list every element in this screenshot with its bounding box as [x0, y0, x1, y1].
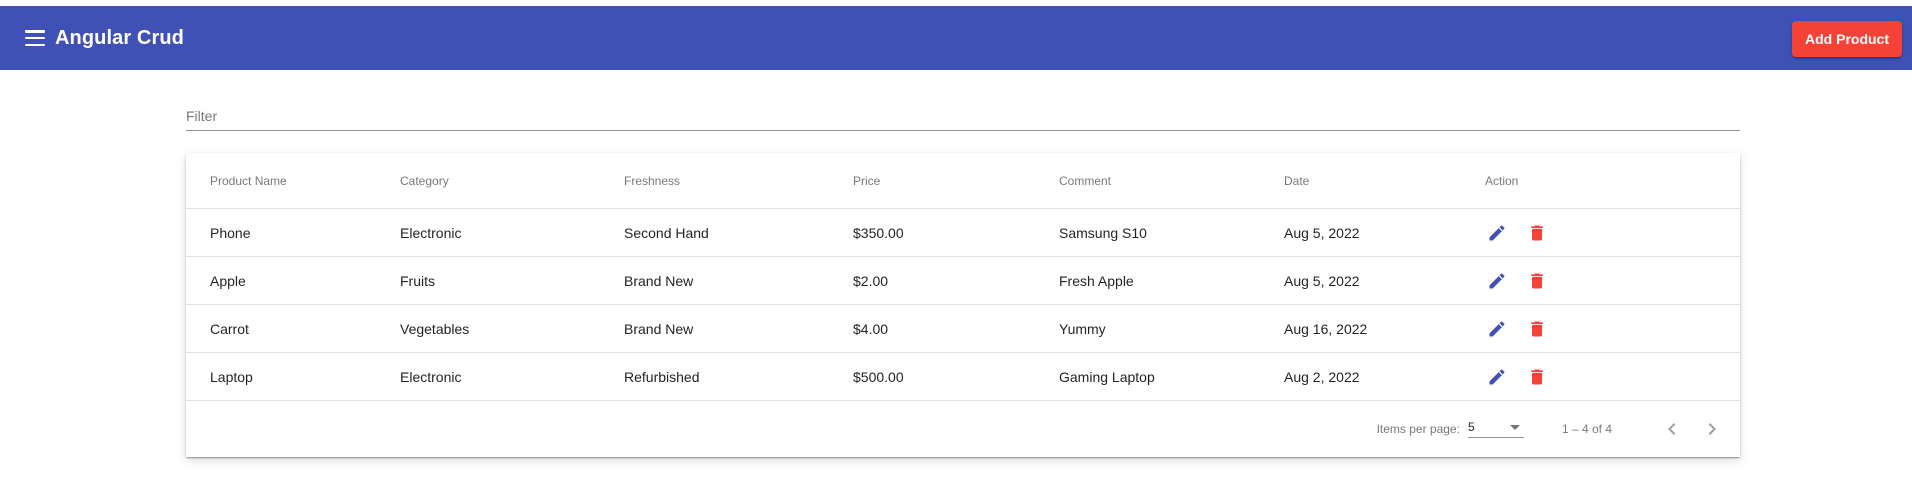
- chevron-right-icon: [1708, 423, 1716, 435]
- cell-freshness: Refurbished: [624, 352, 853, 401]
- cell-date: Aug 5, 2022: [1284, 208, 1485, 257]
- delete-button[interactable]: [1517, 357, 1557, 397]
- app-title: Angular Crud: [55, 26, 184, 49]
- previous-page-button[interactable]: [1652, 409, 1692, 449]
- page-size-value: 5: [1467, 420, 1475, 434]
- app-toolbar: Angular Crud Add Product: [0, 6, 1912, 70]
- header-price[interactable]: Price: [853, 153, 1059, 209]
- cell-category: Electronic: [400, 352, 624, 401]
- delete-button[interactable]: [1517, 213, 1557, 253]
- chevron-left-icon: [1668, 423, 1676, 435]
- header-product-name[interactable]: Product Name: [186, 153, 400, 209]
- cell-price: $2.00: [853, 256, 1059, 305]
- edit-icon: [1489, 368, 1505, 384]
- delete-icon: [1531, 273, 1543, 288]
- cell-category: Vegetables: [400, 304, 624, 353]
- products-table-card: Product Name Category Freshness Price Co…: [186, 153, 1740, 457]
- edit-icon: [1489, 224, 1505, 240]
- cell-action: [1485, 208, 1740, 257]
- delete-icon: [1531, 369, 1543, 384]
- filter-input[interactable]: [186, 104, 1740, 131]
- header-action: Action: [1485, 153, 1740, 209]
- edit-icon: [1489, 272, 1505, 288]
- items-per-page-label: Items per page:: [1376, 422, 1460, 436]
- next-page-button[interactable]: [1692, 409, 1732, 449]
- cell-comment: Fresh Apple: [1059, 256, 1284, 305]
- dropdown-arrow-icon: [1509, 424, 1520, 430]
- header-date[interactable]: Date: [1284, 153, 1485, 209]
- edit-button[interactable]: [1477, 213, 1517, 253]
- add-product-button[interactable]: Add Product: [1792, 21, 1902, 57]
- table-header-row: Product Name Category Freshness Price Co…: [186, 153, 1740, 209]
- table-row: Phone Electronic Second Hand $350.00 Samsung…: [186, 208, 1740, 257]
- edit-button[interactable]: [1477, 357, 1517, 397]
- cell-comment: Gaming Laptop: [1059, 352, 1284, 401]
- cell-product-name: Carrot: [186, 304, 400, 353]
- cell-action: [1485, 256, 1740, 305]
- cell-date: Aug 5, 2022: [1284, 256, 1485, 305]
- cell-category: Electronic: [400, 208, 624, 257]
- delete-button[interactable]: [1517, 261, 1557, 301]
- cell-freshness: Second Hand: [624, 208, 853, 257]
- cell-price: $500.00: [853, 352, 1059, 401]
- cell-price: $4.00: [853, 304, 1059, 353]
- paginator: Items per page: 5 1 – 4 of 4: [186, 401, 1740, 457]
- menu-icon[interactable]: [25, 30, 45, 46]
- cell-product-name: Phone: [186, 208, 400, 257]
- delete-icon: [1531, 225, 1543, 240]
- edit-button[interactable]: [1477, 261, 1517, 301]
- cell-comment: Samsung S10: [1059, 208, 1284, 257]
- cell-date: Aug 16, 2022: [1284, 304, 1485, 353]
- edit-button[interactable]: [1477, 309, 1517, 349]
- cell-comment: Yummy: [1059, 304, 1284, 353]
- cell-product-name: Laptop: [186, 352, 400, 401]
- cell-freshness: Brand New: [624, 256, 853, 305]
- header-category[interactable]: Category: [400, 153, 624, 209]
- cell-category: Fruits: [400, 256, 624, 305]
- header-freshness[interactable]: Freshness: [624, 153, 853, 209]
- cell-product-name: Apple: [186, 256, 400, 305]
- cell-freshness: Brand New: [624, 304, 853, 353]
- page-range-label: 1 – 4 of 4: [1561, 422, 1612, 436]
- table-row: Carrot Vegetables Brand New $4.00 Yummy Aug 1…: [186, 304, 1740, 353]
- table-row: Laptop Electronic Refurbished $500.00 Gaming…: [186, 352, 1740, 401]
- header-comment[interactable]: Comment: [1059, 153, 1284, 209]
- filter-field: [186, 104, 1740, 131]
- page-size-select[interactable]: 5: [1467, 420, 1524, 438]
- table-row: Apple Fruits Brand New $2.00 Fresh Apple Aug …: [186, 256, 1740, 305]
- cell-date: Aug 2, 2022: [1284, 352, 1485, 401]
- delete-icon: [1531, 321, 1543, 336]
- cell-action: [1485, 352, 1740, 401]
- cell-price: $350.00: [853, 208, 1059, 257]
- products-table: Product Name Category Freshness Price Co…: [186, 153, 1740, 401]
- cell-action: [1485, 304, 1740, 353]
- delete-button[interactable]: [1517, 309, 1557, 349]
- edit-icon: [1489, 320, 1505, 336]
